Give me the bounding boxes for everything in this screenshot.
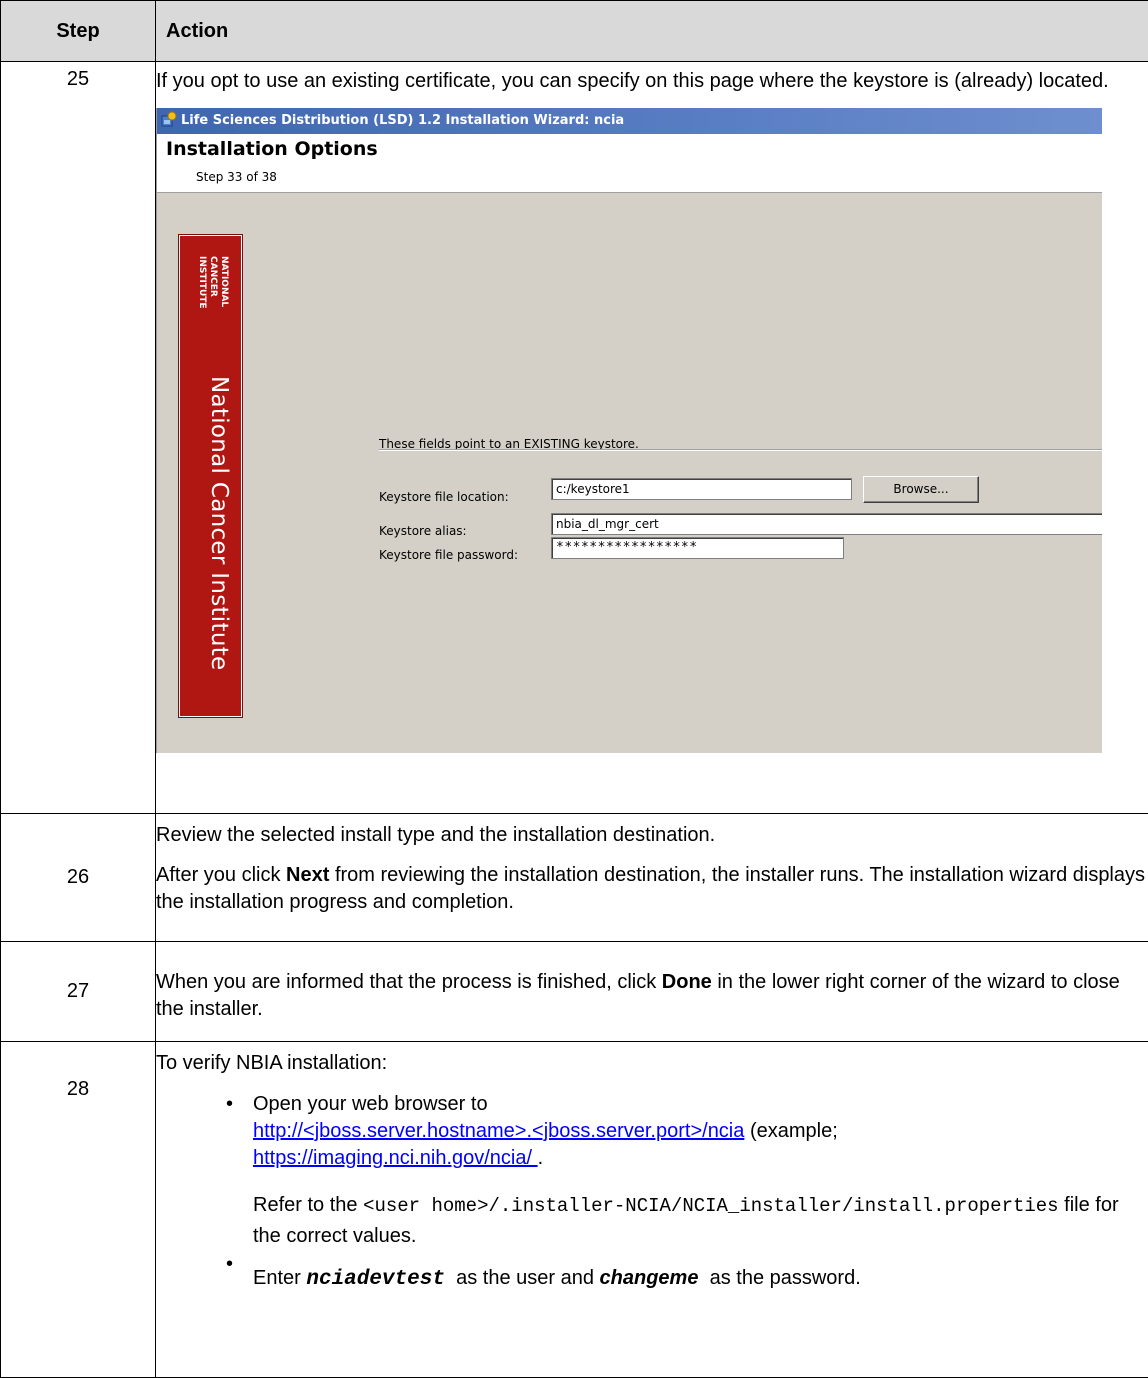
browse-button[interactable]: Browse... (863, 476, 979, 503)
jboss-url-link[interactable]: http://<jboss.server.hostname>.<jboss.se… (253, 1120, 744, 1142)
table-row: 25 If you opt to use an existing certifi… (1, 62, 1148, 814)
steps-table: Step Action 25 If you opt to use an exis… (0, 0, 1148, 1378)
table-row: 26 Review the selected install type and … (1, 814, 1148, 942)
done-keyword: Done (662, 971, 712, 993)
keystore-password-field[interactable]: ***************** (551, 537, 844, 559)
nci-logo: NATIONAL CANCER INSTITUTE (180, 250, 241, 340)
properties-path: <user home>/.installer-NCIA/NCIA_install… (363, 1195, 1059, 1217)
step-text: To verify NBIA installation: (156, 1042, 1148, 1077)
header-step: Step (1, 1, 156, 62)
wizard-heading: Installation Options (166, 136, 378, 163)
wizard-title: Life Sciences Distribution (LSD) 1.2 Ins… (181, 113, 624, 128)
step-text: If you opt to use an existing certificat… (156, 62, 1148, 95)
wizard-screenshot: Life Sciences Distribution (LSD) 1.2 Ins… (156, 108, 1102, 753)
keystore-location-field[interactable]: c:/keystore1 (551, 478, 852, 500)
refer-note: Refer to the <user home>/.installer-NCIA… (253, 1172, 1148, 1251)
step-number: 25 (1, 62, 156, 814)
wizard-header: Installation Options Step 33 of 38 (157, 134, 1102, 193)
keystore-password-label: Keystore file password: (379, 542, 518, 569)
step-number: 26 (1, 814, 156, 942)
step-number: 27 (1, 942, 156, 1042)
step-text: Review the selected install type and the… (156, 814, 1148, 849)
divider (379, 449, 1102, 451)
nci-logo-text: CANCER (208, 256, 218, 297)
table-row: 28 To verify NBIA installation: Open you… (1, 1042, 1148, 1378)
step-text: After you click Next from reviewing the … (156, 849, 1148, 916)
step-action: Review the selected install type and the… (156, 814, 1148, 942)
table-row: 27 When you are informed that the proces… (1, 942, 1148, 1042)
table-header-row: Step Action (1, 1, 1148, 62)
list-item: Enter nciadevtest as the user and change… (156, 1251, 1148, 1293)
next-keyword: Next (286, 864, 329, 886)
list-item: Open your web browser to http://<jboss.s… (156, 1091, 1148, 1251)
step-action: When you are informed that the process i… (156, 942, 1148, 1042)
keystore-alias-label: Keystore alias: (379, 518, 467, 545)
verify-list: Open your web browser to http://<jboss.s… (156, 1077, 1148, 1293)
step-text: When you are informed that the process i… (156, 942, 1148, 1023)
username-value: nciadevtest (306, 1268, 445, 1291)
step-action: To verify NBIA installation: Open your w… (156, 1042, 1148, 1378)
example-url-link[interactable]: https://imaging.nci.nih.gov/ncia/ (253, 1147, 538, 1169)
step-action: If you opt to use an existing certificat… (156, 62, 1148, 814)
nci-banner: NATIONAL CANCER INSTITUTE National Cance… (179, 235, 242, 717)
nci-logo-text: INSTITUTE (197, 256, 207, 309)
header-action: Action (156, 1, 1148, 62)
installer-icon (161, 111, 177, 127)
wizard-title-bar: Life Sciences Distribution (LSD) 1.2 Ins… (157, 108, 1102, 134)
nci-banner-text: National Cancer Institute (205, 376, 232, 670)
form-intro: These fields point to an EXISTING keysto… (379, 431, 639, 458)
keystore-location-label: Keystore file location: (379, 484, 509, 511)
wizard-step-indicator: Step 33 of 38 (196, 164, 277, 191)
password-value: changeme (600, 1267, 699, 1289)
keystore-alias-field[interactable]: nbia_dl_mgr_cert (551, 513, 1102, 535)
step-number: 28 (1, 1042, 156, 1378)
nci-logo-text: NATIONAL (219, 256, 229, 307)
